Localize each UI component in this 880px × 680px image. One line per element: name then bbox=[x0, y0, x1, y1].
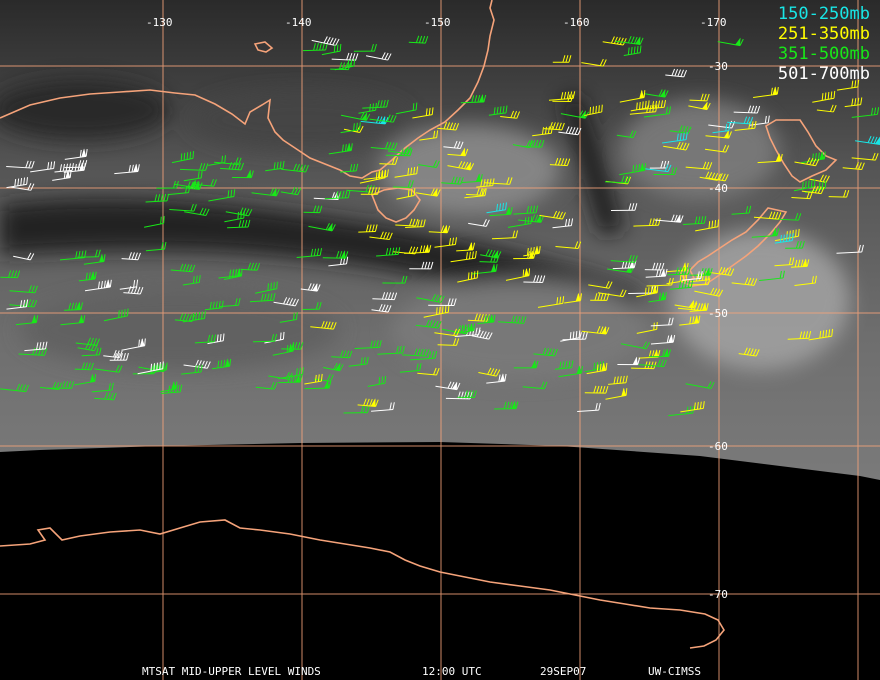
legend-item-501-700mb: 501-700mb bbox=[777, 64, 870, 84]
lon-label-130: -130 bbox=[146, 16, 173, 29]
footer-date: 29SEP07 bbox=[540, 665, 587, 678]
legend-item-251-350mb: 251-350mb bbox=[777, 24, 870, 44]
antarctica-coast bbox=[0, 519, 725, 649]
legend-item-351-500mb: 351-500mb bbox=[777, 44, 870, 64]
lat-label-60: -60 bbox=[708, 440, 728, 453]
satellite-wind-map: -130 -140 -150 -160 -170 -30 -40 -50 -60… bbox=[0, 0, 880, 680]
lon-label-140: -140 bbox=[285, 16, 312, 29]
footer-time: 12:00 UTC bbox=[422, 665, 482, 678]
lon-label-170: -170 bbox=[700, 16, 727, 29]
pressure-level-legend: 150-250mb 251-350mb 351-500mb 501-700mb bbox=[778, 4, 870, 84]
lat-label-50: -50 bbox=[708, 307, 728, 320]
water-vapor-imagery bbox=[0, 0, 880, 480]
footer-source: UW-CIMSS bbox=[648, 665, 701, 678]
lon-label-160: -160 bbox=[563, 16, 590, 29]
lat-label-30: -30 bbox=[708, 60, 728, 73]
lon-label-150: -150 bbox=[424, 16, 451, 29]
footer-product: MTSAT MID-UPPER LEVEL WINDS bbox=[142, 665, 321, 678]
lat-label-40: -40 bbox=[708, 182, 728, 195]
legend-item-150-250mb: 150-250mb bbox=[777, 4, 870, 24]
lat-label-70: -70 bbox=[708, 588, 728, 601]
